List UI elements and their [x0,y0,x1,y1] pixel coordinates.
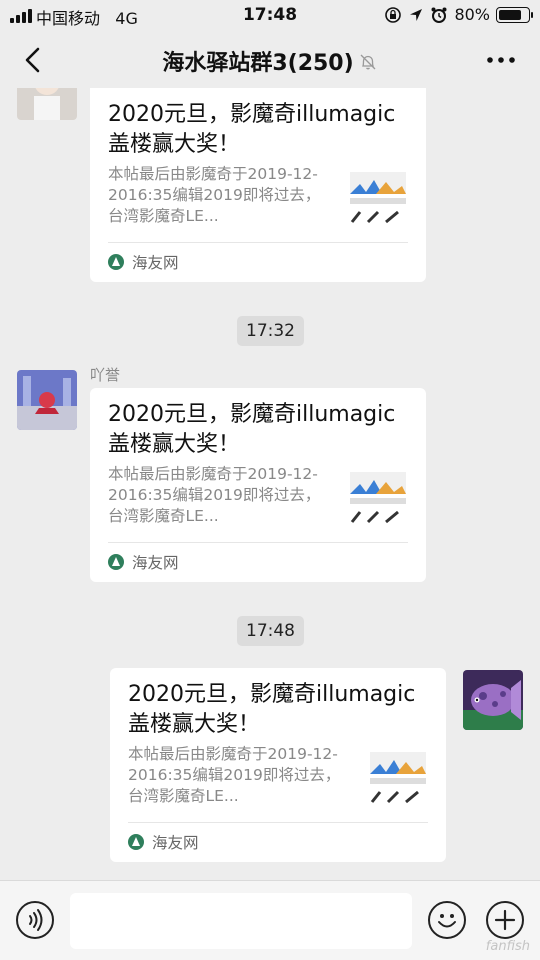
more-actions-button[interactable] [486,901,524,939]
sender-name: 吖誉 [90,366,121,384]
message-list[interactable]: 2020元旦，影魔奇illumagic盖楼赢大奖！ 本帖最后由影魔奇于2019-… [0,88,540,880]
more-button[interactable] [484,50,518,70]
card-title: 2020元旦，影魔奇illumagic盖楼赢大奖！ [108,102,396,157]
status-bar: 中国移动 4G 17:48 80% [0,0,540,32]
card-description: 本帖最后由影魔奇于2019-12-2016:35编辑2019即将过去，台湾影魔奇… [128,745,341,805]
emoji-button[interactable] [428,901,466,939]
card-description: 本帖最后由影魔奇于2019-12-2016:35编辑2019即将过去，台湾影魔奇… [108,165,321,225]
card-divider [128,822,428,823]
link-card[interactable]: 2020元旦，影魔奇illumagic盖楼赢大奖！ 本帖最后由影魔奇于2019-… [110,668,446,862]
source-app-icon [128,834,144,850]
bell-off-icon [360,54,376,70]
timestamp: 17:48 [237,616,304,646]
message-input[interactable] [70,893,412,949]
card-source: 海友网 [108,551,179,573]
source-app-icon [108,254,124,270]
avatar[interactable] [17,370,77,430]
alarm-icon [431,7,447,23]
avatar[interactable] [17,88,77,120]
voice-button[interactable] [16,901,54,939]
card-source-name: 海友网 [132,254,179,272]
card-source-name: 海友网 [132,554,179,572]
card-title: 2020元旦，影魔奇illumagic盖楼赢大奖！ [128,682,416,737]
chat-title-text: 海水驿站群3(250) [162,51,354,76]
rotation-lock-icon [385,6,402,23]
watermark: fanfish [485,939,530,954]
card-source: 海友网 [128,831,199,853]
card-title: 2020元旦，影魔奇illumagic盖楼赢大奖！ [108,402,396,457]
card-divider [108,542,408,543]
card-thumbnail [346,168,410,230]
card-source: 海友网 [108,251,179,273]
card-thumbnail [346,468,410,530]
plus-icon [494,909,516,931]
source-app-icon [108,554,124,570]
status-right: 80% [384,5,533,24]
voice-icon [29,909,43,931]
battery-percent: 80% [454,5,490,24]
link-card[interactable]: 2020元旦，影魔奇illumagic盖楼赢大奖！ 本帖最后由影魔奇于2019-… [90,388,426,582]
battery-icon [496,6,533,23]
nav-bar: 海水驿站群3(250) [0,32,540,88]
more-horizontal-icon [487,57,515,63]
card-thumbnail [366,748,430,810]
card-description: 本帖最后由影魔奇于2019-12-2016:35编辑2019即将过去，台湾影魔奇… [108,465,321,525]
input-bar: fanfish [0,880,540,960]
location-icon [410,8,423,21]
chat-title: 海水驿站群3(250) [0,45,540,77]
card-source-name: 海友网 [152,834,199,852]
avatar[interactable] [463,670,523,730]
link-card[interactable]: 2020元旦，影魔奇illumagic盖楼赢大奖！ 本帖最后由影魔奇于2019-… [90,88,426,282]
emoji-icon [438,914,456,928]
timestamp: 17:32 [237,316,304,346]
card-divider [108,242,408,243]
